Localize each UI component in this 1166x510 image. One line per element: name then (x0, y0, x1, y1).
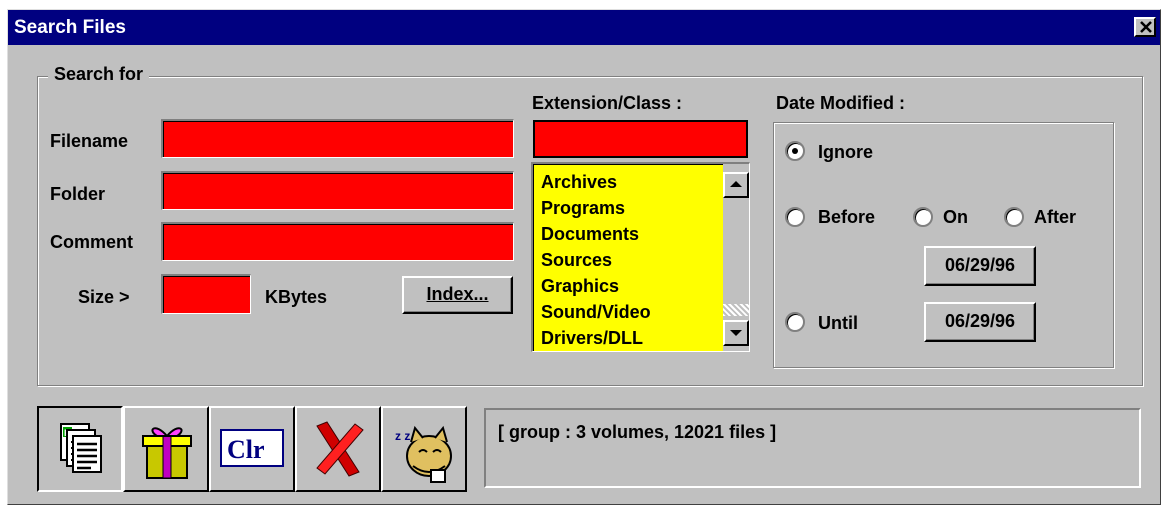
filename-label: Filename (50, 131, 129, 151)
scroll-up-button[interactable] (723, 172, 749, 198)
extension-list-item[interactable]: Documents (541, 222, 651, 248)
extension-input[interactable] (533, 120, 748, 158)
clear-button[interactable]: Clr (209, 406, 295, 492)
arrow-up-icon (730, 181, 742, 187)
gift-icon (142, 427, 192, 479)
status-text: [ group : 3 volumes, 12021 files ] (498, 422, 777, 442)
kbytes-label: KBytes (265, 287, 328, 307)
after-label: After (1034, 207, 1077, 227)
comment-input[interactable] (161, 222, 514, 261)
arrow-down-icon (730, 330, 742, 336)
folder-input[interactable] (161, 171, 514, 210)
size-label: Size > (78, 287, 130, 307)
ignore-label: Ignore (818, 142, 874, 162)
sleeping-cat-button[interactable]: z z z (381, 406, 467, 492)
extension-label: Extension/Class : (532, 93, 683, 113)
folder-label: Folder (50, 184, 106, 204)
status-panel: [ group : 3 volumes, 12021 files ] (484, 408, 1141, 488)
extension-list-item[interactable]: Sound/Video (541, 300, 651, 326)
index-button-label: Index... (426, 284, 489, 304)
scroll-down-button[interactable] (723, 320, 749, 346)
svg-text:Clr: Clr (227, 435, 265, 464)
close-x-button[interactable] (295, 406, 381, 492)
extension-list-item[interactable]: Programs (541, 196, 651, 222)
on-label: On (943, 207, 968, 227)
index-button[interactable]: Index... (402, 276, 513, 314)
extension-scrollbar[interactable] (723, 164, 749, 351)
size-input[interactable] (161, 274, 251, 314)
search-group-label: Search for (48, 64, 150, 85)
filename-input[interactable] (161, 119, 514, 158)
radio-on[interactable] (913, 207, 933, 227)
new-file-button[interactable]: F (37, 406, 123, 492)
radio-after[interactable] (1004, 207, 1024, 227)
close-x-icon (316, 421, 364, 477)
close-button[interactable] (1134, 17, 1156, 37)
date2-button[interactable]: 06/29/96 (924, 302, 1036, 342)
before-label: Before (818, 207, 876, 227)
clear-icon: Clr (220, 429, 284, 467)
new-file-icon: F (60, 423, 102, 473)
comment-label: Comment (50, 232, 134, 252)
extension-listbox[interactable]: Archives Programs Documents Sources Graphics… (531, 162, 750, 352)
radio-ignore[interactable] (785, 141, 805, 161)
until-label: Until (818, 313, 858, 333)
window-title: Search Files (14, 17, 126, 38)
extension-list-item[interactable]: Archives (541, 170, 651, 196)
sleeping-cat-icon: z z z (395, 425, 452, 483)
radio-before[interactable] (785, 207, 805, 227)
date-modified-label: Date Modified : (776, 93, 905, 113)
extension-list-item[interactable]: Sources (541, 248, 651, 274)
radio-until[interactable] (785, 312, 805, 332)
extension-list-item[interactable]: Graphics (541, 274, 651, 300)
gift-button[interactable] (123, 406, 209, 492)
title-bar[interactable]: Search Files (8, 10, 1160, 45)
close-icon (1140, 21, 1152, 33)
scroll-thumb[interactable] (723, 304, 749, 316)
date1-button[interactable]: 06/29/96 (924, 246, 1036, 286)
extension-list-item[interactable]: Drivers/DLL (541, 326, 651, 351)
